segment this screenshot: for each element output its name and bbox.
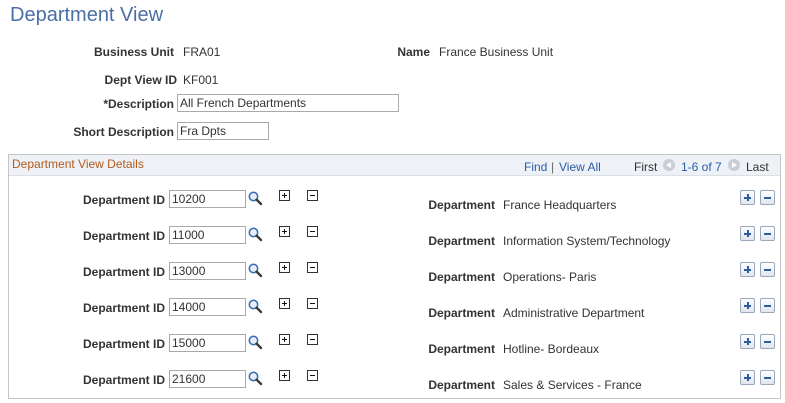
description-input[interactable] — [177, 94, 399, 112]
department-value: Operations- Paris — [503, 270, 597, 284]
department-id-label: Department ID — [82, 229, 165, 243]
department-id-input[interactable] — [169, 190, 246, 208]
minus-icon[interactable] — [307, 334, 318, 345]
department-id-label: Department ID — [82, 373, 165, 387]
department-label: Department — [428, 342, 495, 356]
minus-icon[interactable] — [307, 262, 318, 273]
first-label: First — [634, 160, 658, 174]
name-value: France Business Unit — [439, 45, 554, 59]
short-description-input[interactable] — [177, 122, 269, 140]
search-icon[interactable] — [247, 226, 263, 242]
plus-icon[interactable] — [279, 298, 290, 309]
search-icon[interactable] — [247, 298, 263, 314]
department-value: France Headquarters — [503, 198, 617, 212]
description-label: *Description — [103, 97, 174, 111]
row-range-label: 1-6 of 7 — [681, 160, 722, 174]
department-id-label: Department ID — [82, 265, 165, 279]
grid-title: Department View Details — [12, 157, 144, 171]
business-unit-value: FRA01 — [183, 45, 221, 59]
delete-row-button[interactable] — [760, 298, 775, 313]
last-label: Last — [746, 160, 769, 174]
minus-icon[interactable] — [307, 298, 318, 309]
delete-row-button[interactable] — [760, 334, 775, 349]
department-value: Administrative Department — [503, 306, 645, 320]
delete-row-button[interactable] — [760, 190, 775, 205]
add-row-button[interactable] — [740, 190, 755, 205]
page-title: Department View — [10, 4, 164, 26]
delete-row-button[interactable] — [760, 370, 775, 385]
minus-icon[interactable] — [307, 226, 318, 237]
search-icon[interactable] — [247, 370, 263, 386]
department-id-label: Department ID — [82, 337, 165, 351]
department-label: Department — [428, 378, 495, 392]
chevron-left-icon[interactable] — [663, 159, 675, 171]
department-value: Sales & Services - France — [503, 378, 642, 392]
plus-icon[interactable] — [279, 262, 290, 273]
delete-row-button[interactable] — [760, 262, 775, 277]
plus-icon[interactable] — [279, 226, 290, 237]
delete-row-button[interactable] — [760, 226, 775, 241]
dept-view-id-value: KF001 — [183, 73, 219, 87]
department-id-input[interactable] — [169, 226, 246, 244]
business-unit-label: Business Unit — [93, 45, 174, 59]
add-row-button[interactable] — [740, 262, 755, 277]
search-icon[interactable] — [247, 190, 263, 206]
department-id-input[interactable] — [169, 334, 246, 352]
plus-icon[interactable] — [279, 370, 290, 381]
add-row-button[interactable] — [740, 334, 755, 349]
department-id-label: Department ID — [82, 301, 165, 315]
find-link[interactable]: Find — [524, 160, 547, 174]
department-id-input[interactable] — [169, 262, 246, 280]
dept-view-id-label: Dept View ID — [104, 73, 177, 87]
department-label: Department — [428, 234, 495, 248]
department-label: Department — [428, 306, 495, 320]
add-row-button[interactable] — [740, 298, 755, 313]
plus-icon[interactable] — [279, 190, 290, 201]
minus-icon[interactable] — [307, 370, 318, 381]
header-separator: | — [551, 160, 555, 174]
name-label: Name — [397, 45, 430, 59]
search-icon[interactable] — [247, 262, 263, 278]
department-label: Department — [428, 198, 495, 212]
search-icon[interactable] — [247, 334, 263, 350]
department-id-label: Department ID — [82, 193, 165, 207]
minus-icon[interactable] — [307, 190, 318, 201]
add-row-button[interactable] — [740, 226, 755, 241]
view-all-link[interactable]: View All — [559, 160, 601, 174]
short-description-label: Short Description — [73, 125, 174, 139]
department-id-input[interactable] — [169, 298, 246, 316]
department-value: Information System/Technology — [503, 234, 671, 248]
plus-icon[interactable] — [279, 334, 290, 345]
department-label: Department — [428, 270, 495, 284]
chevron-right-icon[interactable] — [728, 159, 740, 171]
add-row-button[interactable] — [740, 370, 755, 385]
department-value: Hotline- Bordeaux — [503, 342, 600, 356]
department-id-input[interactable] — [169, 370, 246, 388]
